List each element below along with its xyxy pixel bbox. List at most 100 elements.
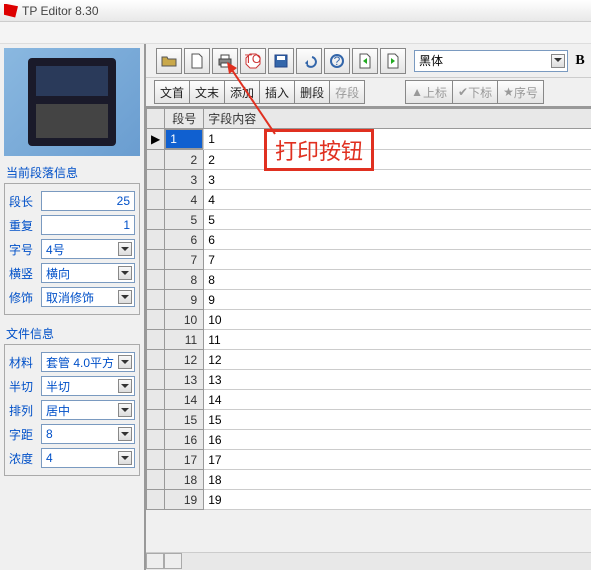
paragraph-panel-title: 当前段落信息	[0, 160, 144, 183]
row-pointer[interactable]	[147, 490, 165, 510]
row-pointer[interactable]	[147, 310, 165, 330]
chevron-down-icon[interactable]	[118, 290, 132, 304]
repeat-input[interactable]: 1	[41, 215, 135, 235]
row-header[interactable]: 4	[165, 190, 204, 210]
chevron-down-icon[interactable]	[118, 379, 132, 393]
align-label: 排列	[9, 402, 41, 419]
cell-content[interactable]: 18	[204, 470, 591, 490]
undo-button[interactable]	[296, 48, 322, 74]
cell-content[interactable]: 15	[204, 410, 591, 430]
row-header[interactable]: 7	[165, 250, 204, 270]
row-pointer[interactable]	[147, 430, 165, 450]
cell-content[interactable]: 17	[204, 450, 591, 470]
row-header[interactable]: 9	[165, 290, 204, 310]
chevron-down-icon[interactable]	[118, 403, 132, 417]
cell-content[interactable]: 4	[204, 190, 591, 210]
row-pointer[interactable]	[147, 210, 165, 230]
orient-select[interactable]: 横向	[41, 263, 135, 283]
row-pointer[interactable]	[147, 190, 165, 210]
material-select[interactable]: 套管 4.0平方	[41, 352, 135, 372]
cell-content[interactable]: 19	[204, 490, 591, 510]
col-segno[interactable]: 段号	[165, 109, 204, 129]
row-pointer[interactable]	[147, 270, 165, 290]
cell-content[interactable]: 2	[204, 150, 591, 170]
row-pointer[interactable]	[147, 230, 165, 250]
cell-content[interactable]: 5	[204, 210, 591, 230]
bold-button[interactable]: B	[570, 53, 590, 69]
row-pointer[interactable]: ▶	[147, 129, 165, 150]
row-header[interactable]: 3	[165, 170, 204, 190]
length-input[interactable]: 25	[41, 191, 135, 211]
row-header[interactable]: 12	[165, 350, 204, 370]
spacing-select[interactable]: 8	[41, 424, 135, 444]
row-pointer[interactable]	[147, 390, 165, 410]
row-pointer[interactable]	[147, 150, 165, 170]
cell-content[interactable]: 16	[204, 430, 591, 450]
chevron-down-icon[interactable]	[118, 427, 132, 441]
cell-content[interactable]: 13	[204, 370, 591, 390]
open-button[interactable]	[156, 48, 182, 74]
row-header[interactable]: 8	[165, 270, 204, 290]
order-button[interactable]: ★ 序号	[498, 80, 544, 104]
cell-content[interactable]: 6	[204, 230, 591, 250]
row-pointer[interactable]	[147, 370, 165, 390]
chevron-down-icon[interactable]	[118, 355, 132, 369]
chevron-down-icon[interactable]	[118, 266, 132, 280]
doc-end-button[interactable]: 文末	[190, 80, 225, 104]
row-pointer[interactable]	[147, 250, 165, 270]
row-header[interactable]: 13	[165, 370, 204, 390]
row-header[interactable]: 11	[165, 330, 204, 350]
row-pointer[interactable]	[147, 170, 165, 190]
row-pointer[interactable]	[147, 330, 165, 350]
chevron-down-icon[interactable]	[551, 54, 565, 68]
subscript-button[interactable]: ✔ 下标	[453, 80, 498, 104]
menu-bar[interactable]	[0, 22, 591, 44]
row-header[interactable]: 5	[165, 210, 204, 230]
row-pointer[interactable]	[147, 290, 165, 310]
row-pointer[interactable]	[147, 470, 165, 490]
import-button[interactable]	[352, 48, 378, 74]
row-pointer[interactable]	[147, 410, 165, 430]
scroll-thumb[interactable]	[164, 553, 182, 569]
row-header[interactable]: 14	[165, 390, 204, 410]
row-header[interactable]: 6	[165, 230, 204, 250]
row-header[interactable]: 16	[165, 430, 204, 450]
density-select[interactable]: 4	[41, 448, 135, 468]
cell-content[interactable]: 12	[204, 350, 591, 370]
cell-content[interactable]: 10	[204, 310, 591, 330]
length-label: 段长	[9, 193, 41, 210]
row-header[interactable]: 17	[165, 450, 204, 470]
row-header[interactable]: 10	[165, 310, 204, 330]
horizontal-scrollbar[interactable]	[146, 552, 591, 570]
row-header[interactable]: 2	[165, 150, 204, 170]
cell-content[interactable]: 3	[204, 170, 591, 190]
row-header[interactable]: 19	[165, 490, 204, 510]
delete-seg-button[interactable]: 删段	[295, 80, 330, 104]
row-header[interactable]: 15	[165, 410, 204, 430]
cell-content[interactable]: 7	[204, 250, 591, 270]
save-seg-button[interactable]: 存段	[330, 80, 365, 104]
export-button[interactable]	[380, 48, 406, 74]
cell-content[interactable]: 8	[204, 270, 591, 290]
cut-select[interactable]: 半切	[41, 376, 135, 396]
cell-content[interactable]: 14	[204, 390, 591, 410]
chevron-down-icon[interactable]	[118, 242, 132, 256]
new-button[interactable]	[184, 48, 210, 74]
row-header[interactable]: 18	[165, 470, 204, 490]
decor-select[interactable]: 取消修饰	[41, 287, 135, 307]
cell-content[interactable]: 9	[204, 290, 591, 310]
row-pointer[interactable]	[147, 450, 165, 470]
doc-start-button[interactable]: 文首	[154, 80, 190, 104]
help-button[interactable]: ?	[324, 48, 350, 74]
chevron-down-icon[interactable]	[118, 451, 132, 465]
font-family-select[interactable]: 黑体	[414, 50, 568, 72]
scroll-left-icon[interactable]	[146, 553, 164, 569]
cell-content[interactable]: 11	[204, 330, 591, 350]
data-grid[interactable]: 段号 字段内容 ▶1122334455667788991010111112121…	[146, 108, 591, 552]
font-select[interactable]: 4号	[41, 239, 135, 259]
align-select[interactable]: 居中	[41, 400, 135, 420]
superscript-button[interactable]: ▲ 上标	[405, 80, 453, 104]
toolbar-main: STOP ? 黑体 B	[146, 44, 591, 78]
row-header[interactable]: 1	[165, 129, 203, 149]
row-pointer[interactable]	[147, 350, 165, 370]
